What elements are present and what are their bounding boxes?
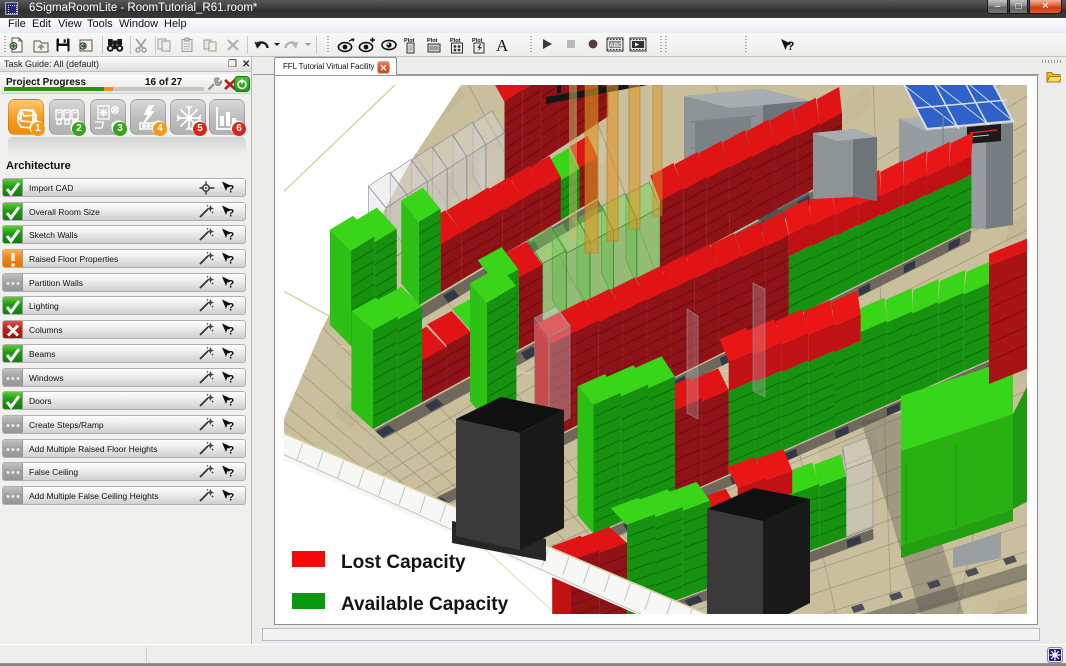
svg-text:?: ?: [228, 184, 235, 196]
svg-text:A: A: [496, 37, 509, 53]
svg-text:?: ?: [228, 468, 235, 480]
svg-text:?: ?: [228, 350, 235, 362]
svg-text:?: ?: [228, 208, 235, 220]
svg-text:?: ?: [228, 279, 235, 291]
svg-text:?: ?: [228, 255, 235, 267]
svg-text:Plot: Plot: [427, 38, 438, 44]
svg-text:?: ?: [228, 326, 235, 338]
svg-text:Lost Capacity: Lost Capacity: [341, 552, 466, 573]
svg-text:?: ?: [228, 231, 235, 243]
svg-text:?: ?: [228, 421, 235, 433]
svg-text:?: ?: [787, 39, 794, 53]
svg-text:Available Capacity: Available Capacity: [341, 594, 509, 615]
svg-text:ABC: ABC: [609, 43, 623, 49]
svg-text:?: ?: [228, 397, 235, 409]
svg-text:?: ?: [228, 374, 235, 386]
svg-text:?: ?: [228, 445, 235, 457]
svg-text:?: ?: [228, 492, 235, 504]
svg-text:?: ?: [228, 302, 235, 314]
